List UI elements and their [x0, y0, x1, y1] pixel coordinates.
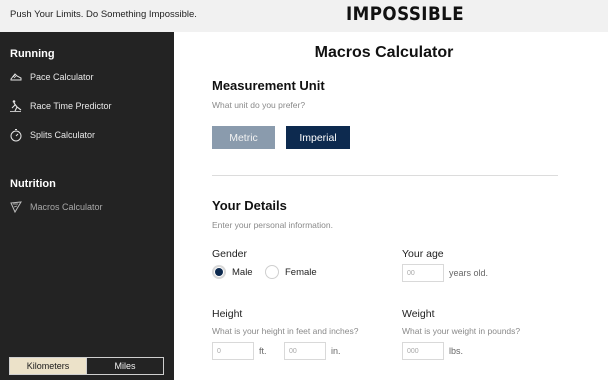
miles-option[interactable]: Miles	[86, 358, 163, 374]
gender-female-radio[interactable]: Female	[265, 265, 317, 279]
main-content: Macros Calculator Measurement Unit What …	[174, 32, 608, 380]
sidebar-item-label: Splits Calculator	[30, 130, 96, 140]
age-unit: years old.	[449, 268, 489, 278]
measurement-unit-heading: Measurement Unit	[212, 78, 325, 93]
tagline: Push Your Limits. Do Something Impossibl…	[10, 9, 197, 20]
sidebar-item-macros-calculator[interactable]: Macros Calculator	[8, 197, 168, 217]
height-inches-input[interactable]	[284, 342, 326, 360]
section-divider	[212, 175, 558, 176]
gender-label: Gender	[212, 248, 248, 260]
weight-input[interactable]	[402, 342, 444, 360]
sidebar-item-pace-calculator[interactable]: Pace Calculator	[8, 67, 168, 87]
page-title: Macros Calculator	[314, 44, 454, 61]
gender-male-radio[interactable]: Male	[212, 265, 253, 279]
your-details-heading: Your Details	[212, 198, 287, 213]
runner-icon	[8, 98, 24, 114]
food-slice-icon	[8, 199, 24, 215]
radio-label: Male	[232, 266, 253, 278]
age-input[interactable]	[402, 264, 444, 282]
age-label: Your age	[402, 248, 444, 260]
sidebar-item-splits-calculator[interactable]: Splits Calculator	[8, 125, 168, 145]
stopwatch-icon	[8, 127, 24, 143]
weight-unit: lbs.	[449, 346, 464, 356]
height-feet-input[interactable]	[212, 342, 254, 360]
radio-dot	[212, 265, 226, 279]
height-help: What is your height in feet and inches?	[212, 326, 359, 336]
sidebar-item-label: Pace Calculator	[30, 72, 94, 82]
weight-help: What is your weight in pounds?	[402, 326, 521, 336]
kilometers-option[interactable]: Kilometers	[10, 358, 86, 374]
radio-dot	[265, 265, 279, 279]
sidebar-item-label: Macros Calculator	[30, 202, 103, 212]
nutrition-section-title: Nutrition	[10, 178, 56, 190]
top-bar: Push Your Limits. Do Something Impossibl…	[0, 0, 608, 32]
sidebar: Running Pace Calculator Race Time Predic…	[0, 32, 174, 380]
distance-unit-toggle: Kilometers Miles	[9, 357, 164, 375]
running-shoe-icon	[8, 69, 24, 85]
radio-label: Female	[285, 266, 317, 278]
weight-label: Weight	[402, 308, 435, 320]
running-section-title: Running	[10, 48, 55, 60]
imperial-button[interactable]: Imperial	[286, 126, 350, 149]
inches-unit: in.	[331, 346, 341, 356]
height-label: Height	[212, 308, 243, 320]
sidebar-item-label: Race Time Predictor	[30, 101, 112, 111]
feet-unit: ft.	[259, 346, 267, 356]
metric-button[interactable]: Metric	[212, 126, 275, 149]
brand-logo[interactable]: IMPOSSIBLE	[346, 3, 464, 25]
sidebar-item-race-time-predictor[interactable]: Race Time Predictor	[8, 96, 168, 116]
your-details-help: Enter your personal information.	[212, 220, 333, 230]
measurement-unit-help: What unit do you prefer?	[212, 100, 306, 110]
